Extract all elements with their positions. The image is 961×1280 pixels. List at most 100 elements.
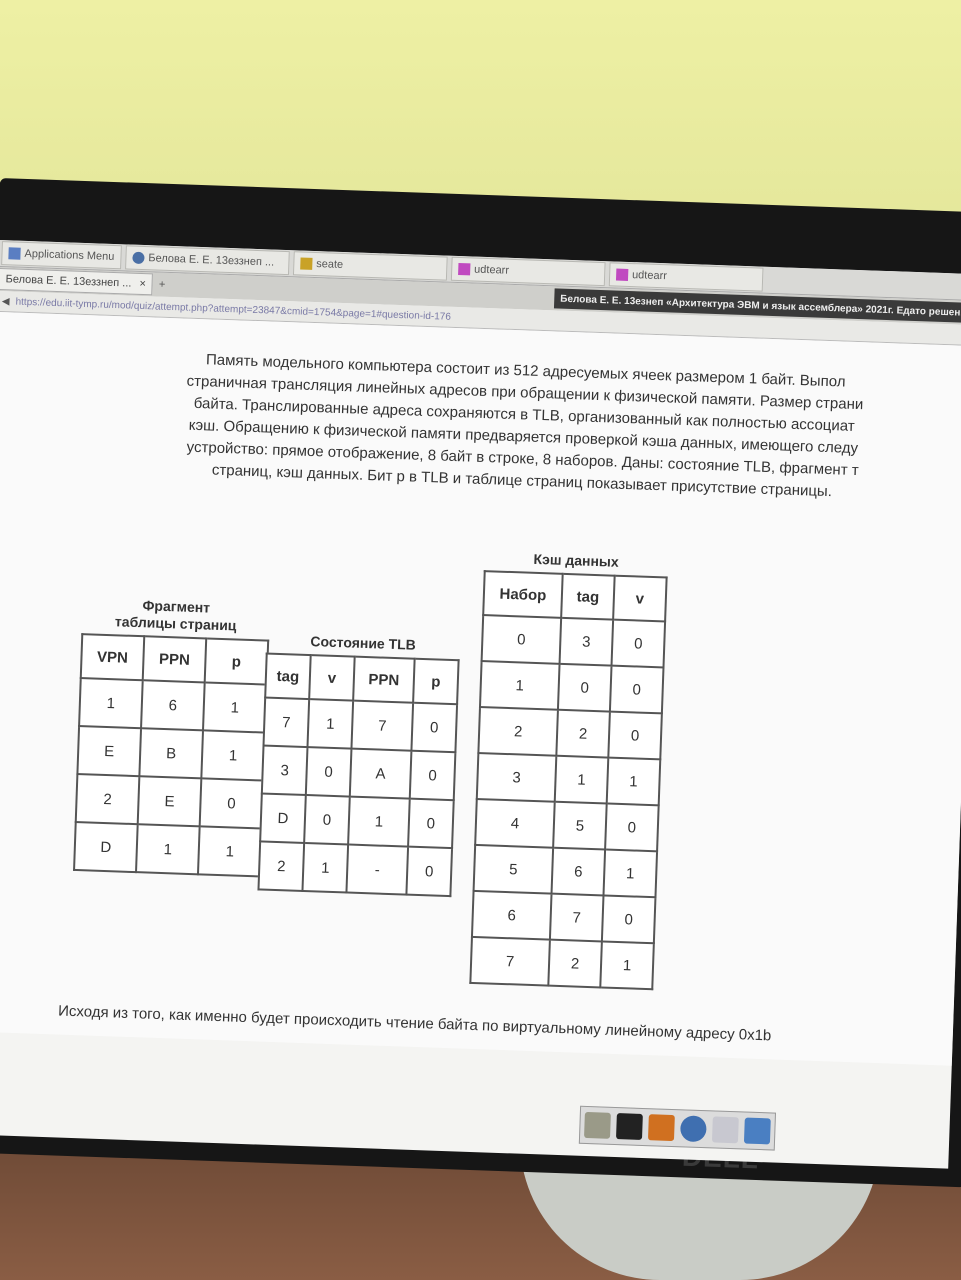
table-row: D 1 1	[74, 821, 262, 877]
table-cell: 2	[258, 841, 305, 891]
table-row: 4 5 0	[475, 798, 659, 852]
editor-icon	[457, 263, 471, 276]
terminal-icon[interactable]	[615, 1113, 643, 1140]
table-cell: 0	[605, 803, 659, 852]
tab-label: Белова Е. Е. 13еззнеп ...	[5, 273, 132, 290]
table-cell: 2	[556, 709, 610, 758]
table-cell: E	[77, 726, 142, 777]
table-cell: 6	[471, 890, 552, 940]
table-cell: 1	[302, 842, 349, 893]
table-row: 3 1 1	[476, 753, 661, 806]
table-cell: 0	[411, 702, 458, 753]
table-cell: 0	[557, 663, 612, 712]
question-footer-text: Исходя из того, как именно будет происхо…	[57, 1002, 772, 1045]
table-cell: 7	[351, 700, 414, 751]
table-cell: -	[346, 844, 409, 895]
table-cell: 3	[261, 745, 308, 796]
drive-icon[interactable]	[584, 1111, 611, 1139]
folder-icon[interactable]	[743, 1117, 771, 1145]
table-cell: 1	[203, 682, 267, 733]
column-header: p	[204, 638, 269, 685]
table-cell: 1	[600, 941, 654, 990]
table-cell: 1	[554, 755, 609, 804]
table-cell: 5	[473, 844, 554, 894]
table-cell: 0	[305, 747, 352, 797]
table-cell: 2	[75, 774, 140, 825]
table-row: 3 0 A 0	[261, 745, 456, 801]
table-cell: 2	[548, 939, 602, 988]
table-row: 6 7 0	[471, 890, 656, 944]
table-cell: 7	[263, 697, 310, 748]
table-cell: D	[260, 793, 306, 843]
table-row: 1 6 1	[79, 678, 267, 733]
table-cell: 6	[141, 680, 205, 731]
table-cell: 4	[475, 798, 555, 848]
application-dock	[578, 1105, 777, 1151]
table-cell: B	[139, 728, 204, 779]
column-header: p	[413, 658, 459, 705]
table-cell: 0	[481, 615, 562, 664]
table-cell: 1	[201, 730, 265, 781]
task-label: udtearr	[631, 269, 668, 283]
tlb-block: Состояние TLB tag v PPN p 7 1 7 0 3 0 A …	[257, 632, 460, 898]
column-header: PPN	[142, 636, 207, 683]
taskbar-window-editor-2[interactable]: udtearr	[608, 262, 764, 292]
table-cell: 7	[549, 893, 604, 942]
table-cell: 0	[601, 895, 656, 944]
browser-icon[interactable]	[679, 1115, 707, 1143]
column-header: VPN	[80, 634, 145, 681]
new-tab-icon[interactable]: +	[159, 279, 166, 291]
table-cell: 0	[406, 846, 453, 897]
page-table-block: Фрагмент таблицы страниц VPN PPN p 1 6 1…	[73, 595, 271, 878]
table-cell: D	[74, 821, 138, 873]
tlb-table: tag v PPN p 7 1 7 0 3 0 A 0 D 0 1 0 2 1 …	[257, 652, 460, 898]
table-cell: A	[349, 748, 412, 799]
column-header: tag	[561, 573, 615, 620]
table-cell: 0	[609, 665, 664, 714]
taskbar-window-seate[interactable]: seate	[292, 251, 448, 281]
table-row: 2 E 0	[75, 774, 264, 829]
applications-menu-button[interactable]: Applications Menu	[1, 241, 122, 270]
table-row: 0 3 0	[481, 615, 666, 668]
back-arrow-icon[interactable]: ◀	[2, 296, 10, 307]
search-icon[interactable]	[711, 1116, 739, 1144]
column-header: tag	[265, 653, 311, 700]
quiz-page: Память модельного компьютера состоит из …	[0, 311, 961, 1066]
table-cell: 0	[199, 778, 264, 829]
monitor-screen: Applications Menu Белова Е. Е. 13еззнеп …	[0, 240, 961, 1169]
cache-block: Кэш данных Набор tag v 0 3 0 1 0 0 2 2 0…	[469, 549, 668, 991]
table-cell: 1	[606, 757, 661, 806]
table-cell: 3	[476, 753, 557, 802]
column-header: Набор	[483, 571, 563, 618]
task-label: seate	[316, 258, 344, 271]
table-header-row: tag v PPN p	[265, 653, 459, 705]
taskbar-window-browser[interactable]: Белова Е. Е. 13еззнеп ...	[124, 245, 290, 276]
table-cell: 3	[559, 617, 614, 666]
table-cell: 1	[197, 826, 262, 877]
table-cell: 0	[408, 798, 454, 849]
table-row: 2 2 0	[478, 707, 662, 760]
table-cell: E	[137, 776, 202, 827]
app-icon	[300, 257, 313, 270]
table-cell: 1	[307, 699, 354, 749]
table-cell: 2	[478, 707, 558, 756]
table-row: 2 1 - 0	[258, 841, 453, 897]
page-table-caption: Фрагмент таблицы страниц	[114, 597, 237, 634]
task-label: Белова Е. Е. 13еззнеп ...	[148, 252, 275, 269]
page-table: VPN PPN p 1 6 1 E B 1 2 E 0 D 1 1	[73, 633, 270, 878]
column-header: PPN	[353, 656, 415, 703]
cache-caption: Кэш данных	[533, 550, 620, 570]
taskbar-window-editor-1[interactable]: udtearr	[450, 256, 606, 287]
table-row: 7 2 1	[470, 936, 654, 990]
column-header: v	[309, 655, 355, 701]
table-header-row: VPN PPN p	[80, 634, 269, 685]
table-cell: 0	[304, 795, 350, 845]
table-cell: 0	[409, 750, 456, 801]
task-label: Applications Menu	[24, 247, 115, 263]
apps-icon	[8, 247, 21, 260]
close-icon[interactable]: ×	[139, 278, 146, 290]
files-icon[interactable]	[647, 1114, 675, 1142]
table-cell: 0	[608, 711, 662, 760]
table-cell: 1	[79, 678, 143, 729]
table-cell: 0	[611, 619, 666, 668]
